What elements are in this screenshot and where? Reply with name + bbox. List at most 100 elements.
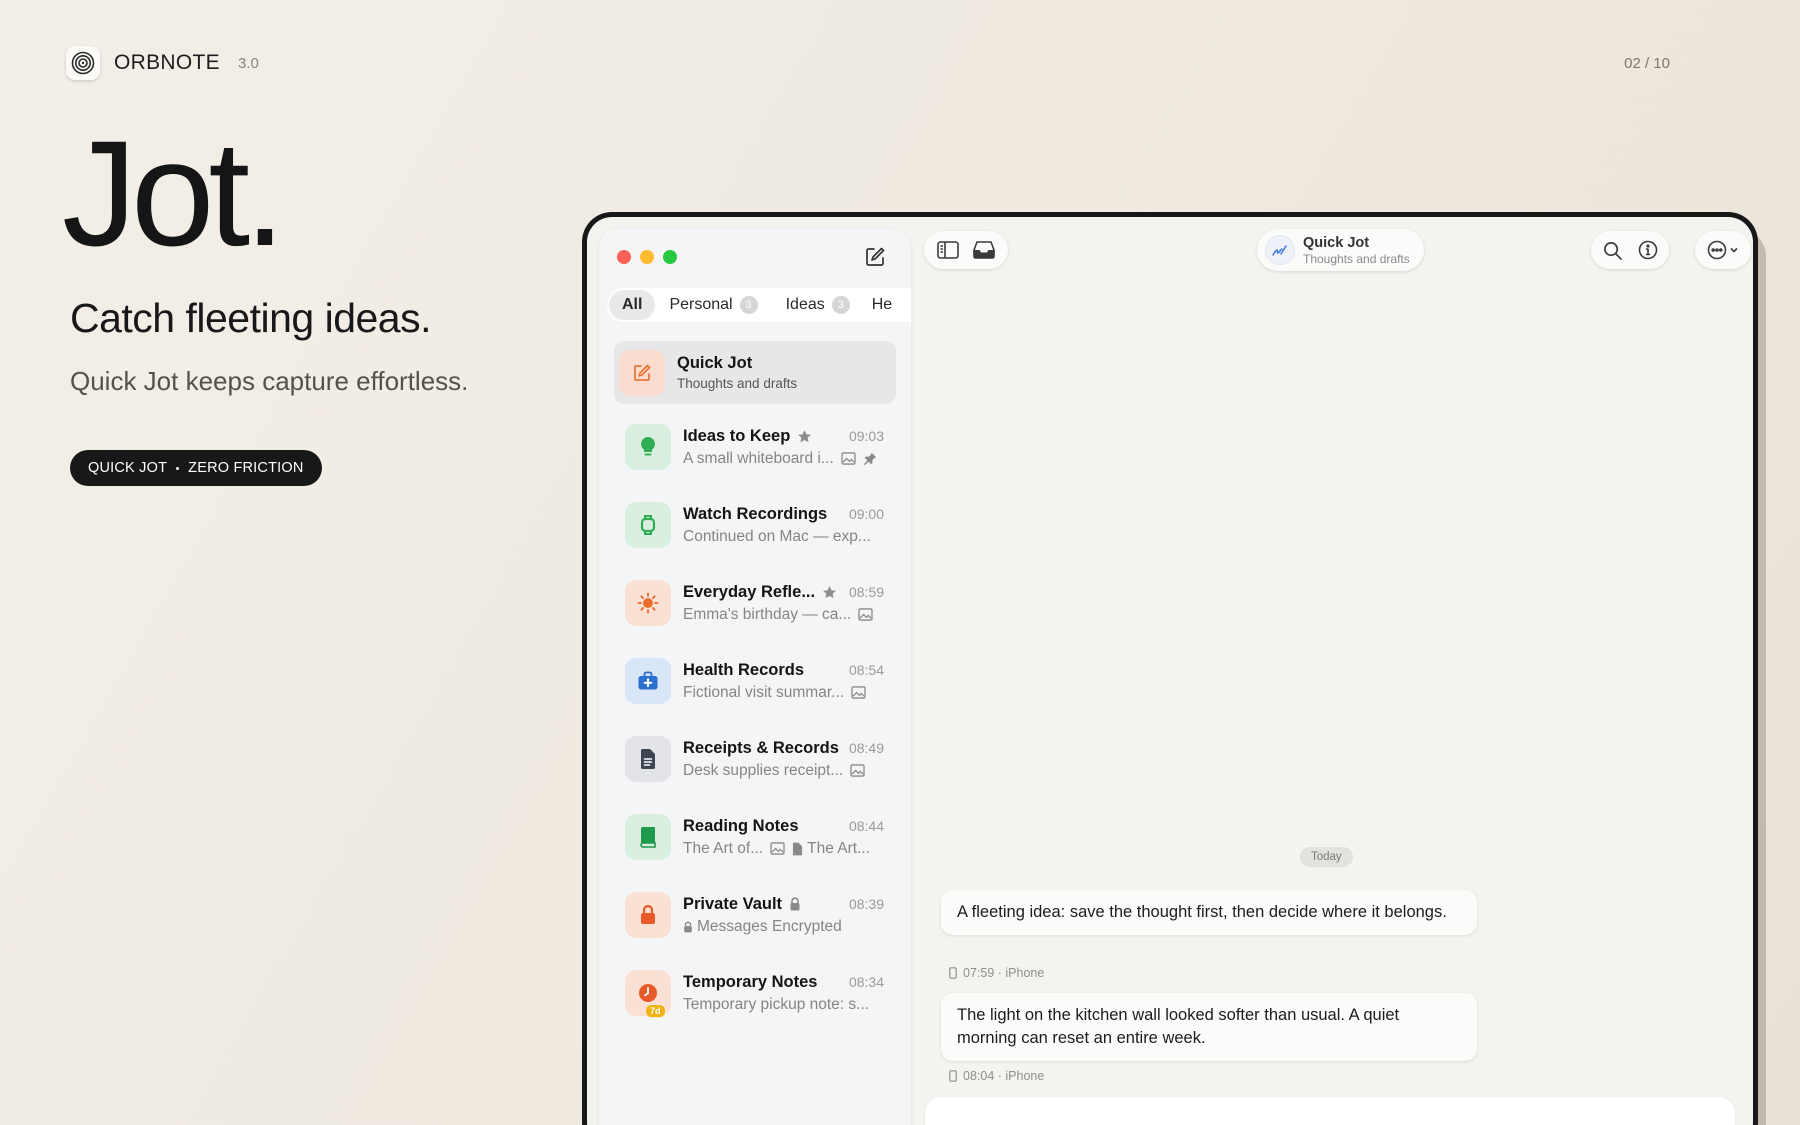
minimize-window-button[interactable] [640,250,654,264]
tab-health[interactable]: He [864,290,906,320]
filter-tabs: All Personal 3 Ideas 3 He [607,288,911,322]
item-preview: Messages Encrypted [697,917,842,935]
item-time: 09:03 [848,428,884,444]
item-time: 08:49 [848,740,884,756]
lock-small-icon [790,897,800,911]
tab-label: Ideas [785,296,825,313]
image-icon [841,452,856,465]
window-controls [617,250,677,264]
tab-all[interactable]: All [609,290,656,320]
item-title: Everyday Refle... [683,582,816,601]
item-preview: Continued on Mac — exp... [683,527,871,545]
item-title: Watch Recordings [683,504,828,523]
list-item[interactable]: 7d Temporary Notes 08:34 Temporary picku… [614,954,896,1032]
item-title: Temporary Notes [683,972,818,991]
item-preview: Emma's birthday — ca... [683,605,852,623]
inbox-button[interactable] [968,234,1000,266]
message-timestamp: 08:04 · iPhone [963,1069,1045,1083]
hero-title: Jot. [62,109,286,277]
list-item[interactable]: Reading Notes 08:44 The Art of... The Ar… [614,798,896,876]
image-icon [850,764,865,777]
sun-icon [625,580,671,626]
chevron-down-icon [1730,247,1738,253]
image-icon [851,686,866,699]
item-preview: Thoughts and drafts [677,376,798,391]
list-item[interactable]: Health Records 08:54 Fictional visit sum… [614,642,896,720]
star-icon [823,585,837,598]
image-icon [858,608,873,621]
tab-personal[interactable]: Personal 3 [655,290,771,320]
list-item[interactable]: Ideas to Keep 09:03 A small whiteboard i… [614,408,896,486]
tab-label: Personal [669,296,733,313]
item-title: Quick Jot [677,354,753,372]
lightbulb-icon [625,424,671,470]
message-bubble[interactable]: A fleeting idea: save the thought first,… [941,890,1477,935]
more-options-button[interactable] [1701,234,1745,266]
date-separator: Today [1300,847,1353,867]
conversation-header[interactable]: Quick Jot Thoughts and drafts [1257,229,1424,271]
app-window: All Personal 3 Ideas 3 He Quick Jot Thou… [587,217,1753,1125]
pill-separator [176,466,180,470]
list-item[interactable]: Quick Jot Thoughts and drafts [614,341,896,404]
toggle-sidebar-button[interactable] [932,234,964,266]
lock-small-icon [684,921,692,932]
feature-pill: QUICK JOT ZERO FRICTION [70,450,322,486]
message-bubble[interactable]: The light on the kitchen wall looked sof… [941,993,1477,1061]
item-title: Ideas to Keep [683,426,791,445]
item-time: 08:54 [848,662,884,678]
list-item[interactable]: Everyday Refle... 08:59 Emma's birthday … [614,564,896,642]
brand-name: ORBNOTE [114,51,220,74]
message-meta: 07:59 · iPhone [949,966,1044,980]
tab-label: All [622,296,643,313]
new-note-button[interactable] [861,243,889,271]
expiry-badge: 7d [645,1004,666,1018]
device-frame: All Personal 3 Ideas 3 He Quick Jot Thou… [582,212,1758,1125]
sidebar-icon [937,241,959,259]
document-icon [625,736,671,782]
close-window-button[interactable] [617,250,631,264]
list-item[interactable]: Private Vault 08:39 Messages Encrypted [614,876,896,954]
list-item[interactable]: Watch Recordings 09:00 Continued on Mac … [614,486,896,564]
hero-description: Quick Jot keeps capture effortless. [70,366,469,396]
phone-icon [949,967,957,979]
item-preview: Fictional visit summar... [683,683,845,701]
message-timestamp: 07:59 · iPhone [963,966,1045,980]
info-icon [1638,240,1658,260]
hero-subtitle: Catch fleeting ideas. [70,295,432,341]
item-preview: A small whiteboard i... [683,449,834,467]
conversation-title: Quick Jot [1303,234,1370,251]
toolbar-left [924,231,1008,269]
item-title: Health Records [683,660,805,679]
tab-count-badge: 3 [831,296,850,314]
zoom-window-button[interactable] [663,250,677,264]
toolbar-right [1591,231,1669,269]
compose-icon [619,349,665,396]
item-time: 08:44 [848,818,884,834]
item-title: Reading Notes [683,816,799,835]
info-button[interactable] [1632,234,1664,266]
item-preview: Desk supplies receipt... [683,761,844,779]
brand-version: 3.0 [237,54,259,72]
search-button[interactable] [1596,234,1628,266]
search-icon [1603,241,1622,260]
message-composer[interactable] [925,1097,1735,1125]
item-time: 09:00 [848,506,884,522]
item-time: 08:34 [848,974,884,990]
inbox-tray-icon [973,241,995,259]
list-item[interactable]: Receipts & Records 08:49 Desk supplies r… [614,720,896,798]
book-icon [625,814,671,860]
tab-ideas[interactable]: Ideas 3 [772,290,864,320]
tab-count-badge: 3 [739,296,758,314]
tab-label: He [871,296,893,313]
conversation-subtitle: Thoughts and drafts [1303,251,1410,266]
timer-icon: 7d [625,970,671,1018]
lock-icon [625,892,671,938]
item-time: 08:59 [848,584,884,600]
pin-icon [863,452,876,465]
item-preview: Temporary pickup note: s... [683,995,870,1013]
star-icon [798,429,812,442]
phone-icon [949,1070,957,1082]
orbnote-logo-icon [66,46,100,80]
pill-label-right: ZERO FRICTION [188,460,304,476]
watch-icon [625,502,671,548]
